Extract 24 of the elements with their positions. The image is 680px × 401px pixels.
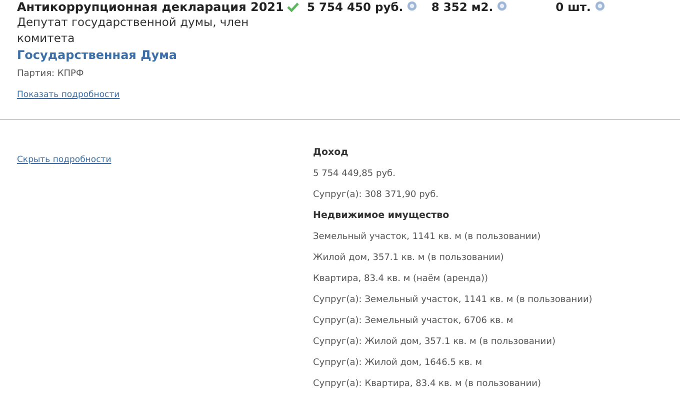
detail-text: Супруг(а): Жилой дом, 357.1 кв. м (в пользовании) [313,336,556,348]
detail-text: Квартира, 83.4 кв. м (наём (аренда)) [313,273,488,285]
stat-value: 0 шт. [556,0,591,14]
section-heading: Недвижимое имущество [313,210,450,222]
party-text: Партия: КПРФ [17,68,84,80]
stat-value: 5 754 450 руб. [307,0,404,14]
detail-text: 5 754 449,85 руб. [313,168,396,180]
show-details-link[interactable]: Показать подробности [17,89,120,101]
detail-text: Супруг(а): Земельный участок, 6706 кв. м [313,315,514,327]
section-heading: Доход [313,147,348,159]
detail-text: Супруг(а): Жилой дом, 1646.5 кв. м [313,357,482,369]
detail-text: Супруг(а): 308 371,90 руб. [313,189,439,201]
organization-link[interactable]: Государственная Дума [17,46,177,64]
detail-text: Супруг(а): Земельный участок, 1141 кв. м (в пользовании) [313,294,592,306]
help-icon [594,1,605,11]
detail-text: Жилой дом, 357.1 кв. м (в пользовании) [313,252,504,264]
stat-value: 8 352 м2. [431,0,494,14]
declaration-title: Антикоррупционная декларация 2021 [17,0,284,14]
help-icon [407,1,418,11]
detail-text: Супруг(а): Квартира, 83.4 кв. м (в пользовании) [313,378,541,390]
position-text: Депутат государственной думы, член комитета [17,14,250,46]
detail-text: Земельный участок, 1141 кв. м (в пользовании) [313,231,541,243]
hide-details-link[interactable]: Скрыть подробности [17,154,112,166]
help-icon [497,1,508,11]
